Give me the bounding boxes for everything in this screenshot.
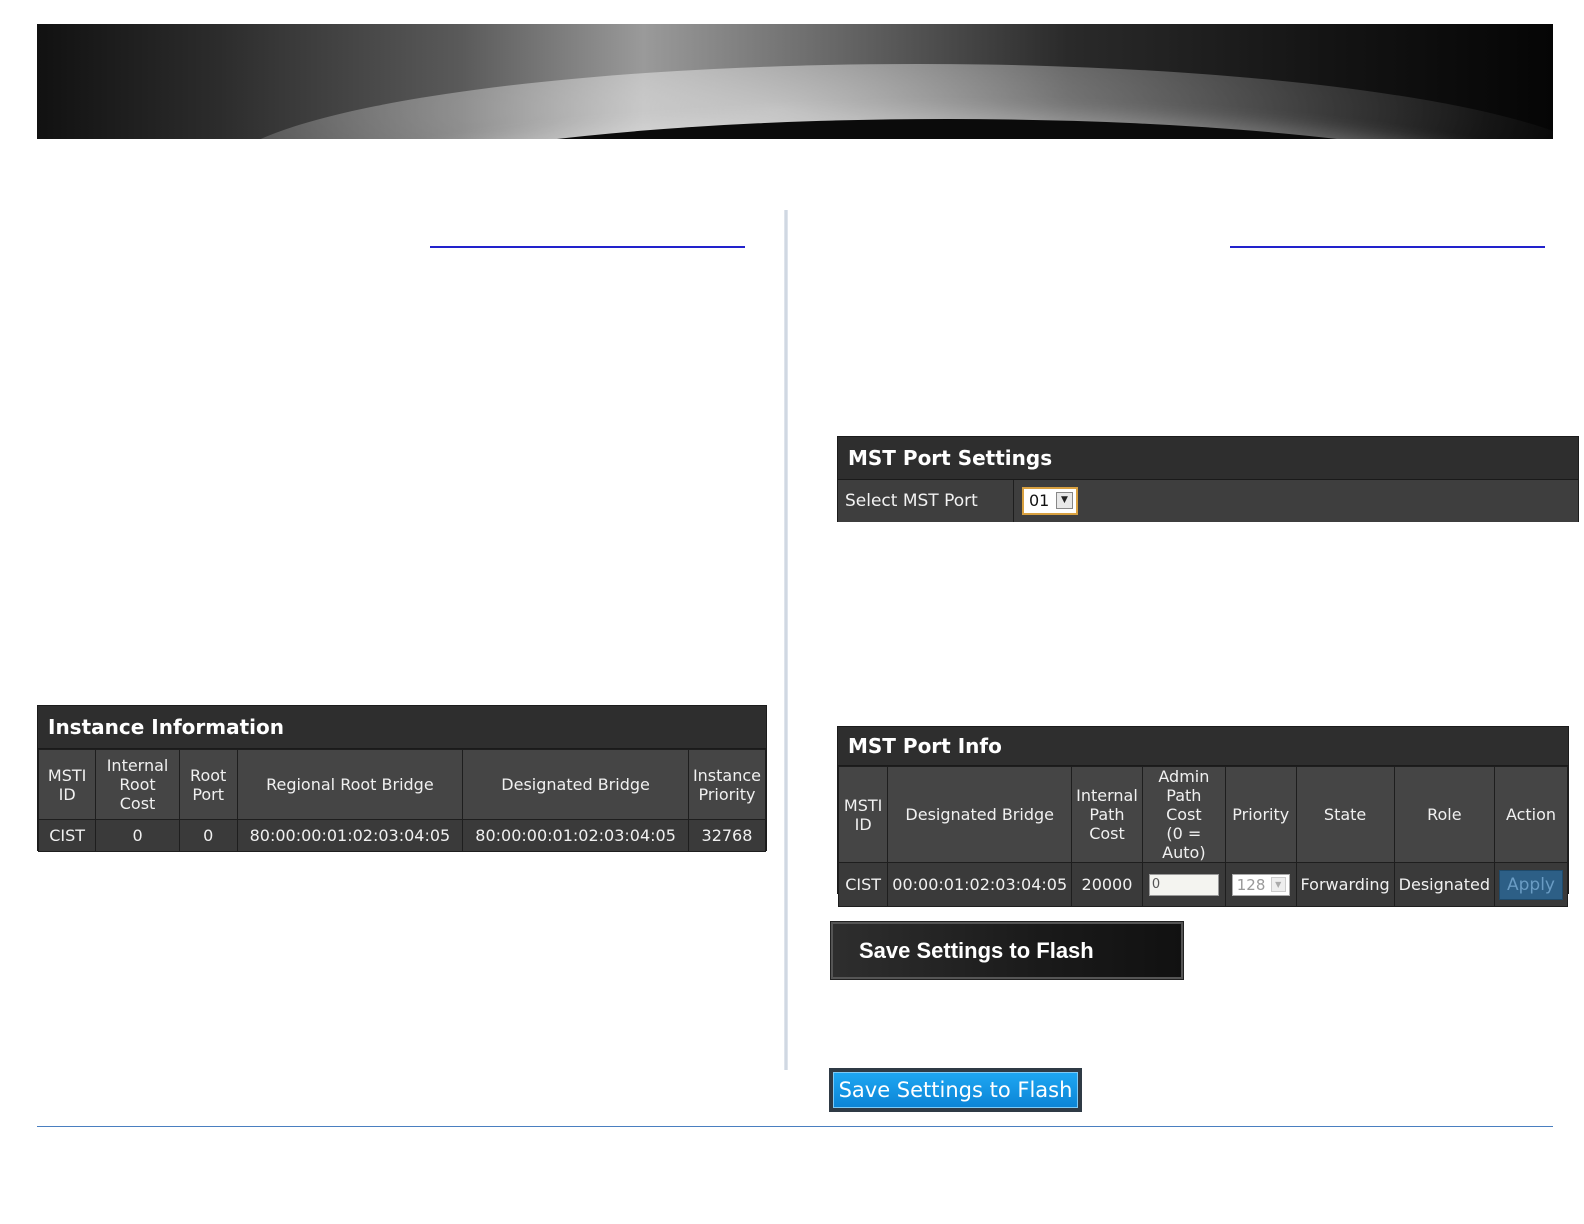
settings-row: Select MST Port 01 ▼	[838, 480, 1578, 522]
table-cell: 20000	[1071, 862, 1143, 907]
selected-port-value: 01	[1029, 491, 1050, 510]
table-cell: 128 ▼	[1224, 862, 1297, 907]
table-cell: 0	[1141, 862, 1226, 907]
header-banner	[37, 24, 1553, 139]
panel-title: MST Port Settings	[838, 437, 1578, 480]
table-cell: 0	[178, 819, 238, 852]
save-settings-to-flash-button-dark[interactable]: Save Settings to Flash	[830, 921, 1184, 980]
panel-title: Instance Information	[38, 706, 766, 749]
mst-port-select[interactable]: 01 ▼	[1022, 487, 1078, 515]
table-cell: 0	[95, 819, 180, 852]
mst-port-info-panel: MST Port Info MSTI ID Designated Bridge I…	[837, 726, 1569, 907]
instance-information-panel: Instance Information MSTI ID Internal Root…	[37, 705, 767, 852]
priority-select[interactable]: 128 ▼	[1231, 873, 1290, 896]
table-row: CIST 0 0 80:00:00:01:02:03:04:05 80:00:0…	[37, 819, 767, 852]
column-divider	[784, 210, 788, 1070]
column-header: Designated Bridge	[462, 749, 689, 820]
column-header: State	[1295, 766, 1395, 863]
instance-information-table: MSTI ID Internal Root Cost Root Port Regiona…	[37, 749, 767, 852]
settings-value: 01 ▼	[1014, 480, 1578, 522]
hyperlink-underline[interactable]	[1230, 246, 1545, 248]
select-mst-port-label: Select MST Port	[838, 480, 1014, 522]
mst-port-info-table: MSTI ID Designated Bridge Internal Path Cos…	[837, 766, 1568, 907]
table-cell: Apply	[1494, 862, 1568, 907]
table-cell: CIST	[837, 862, 889, 907]
column-header: Internal Root Cost	[95, 749, 180, 820]
table-row: CIST 00:00:01:02:03:04:05 20000 0 128 ▼ …	[837, 862, 1568, 907]
column-header: Internal Path Cost	[1071, 766, 1143, 863]
column-header: Role	[1393, 766, 1496, 863]
footer-rule	[37, 1126, 1553, 1127]
apply-button[interactable]: Apply	[1499, 869, 1563, 900]
save-settings-to-flash-frame: Save Settings to Flash	[829, 1068, 1082, 1112]
chevron-down-icon: ▼	[1270, 876, 1286, 892]
priority-value: 128	[1236, 875, 1266, 894]
column-header: Admin Path Cost (0 = Auto)	[1141, 766, 1226, 863]
column-header: Designated Bridge	[887, 766, 1073, 863]
panel-title: MST Port Info	[838, 727, 1568, 766]
table-cell: Forwarding	[1295, 862, 1395, 907]
table-cell: 32768	[687, 819, 767, 852]
table-cell: Designated	[1393, 862, 1496, 907]
save-settings-to-flash-button[interactable]: Save Settings to Flash	[833, 1072, 1078, 1108]
column-header: Instance Priority	[687, 749, 767, 820]
column-header: MSTI ID	[37, 749, 97, 820]
mst-port-settings-panel: MST Port Settings Select MST Port 01 ▼	[837, 436, 1579, 522]
column-header: Action	[1494, 766, 1568, 863]
table-cell: 00:00:01:02:03:04:05	[887, 862, 1073, 907]
table-cell: 80:00:00:01:02:03:04:05	[236, 819, 464, 852]
table-cell: CIST	[37, 819, 97, 852]
column-header: Root Port	[178, 749, 238, 820]
column-header: Priority	[1224, 766, 1297, 863]
hyperlink-underline[interactable]	[430, 246, 745, 248]
chevron-down-icon: ▼	[1056, 492, 1073, 509]
column-header: Regional Root Bridge	[236, 749, 464, 820]
table-cell: 80:00:00:01:02:03:04:05	[462, 819, 689, 852]
column-header: MSTI ID	[837, 766, 889, 863]
admin-path-cost-input[interactable]: 0	[1148, 873, 1219, 896]
